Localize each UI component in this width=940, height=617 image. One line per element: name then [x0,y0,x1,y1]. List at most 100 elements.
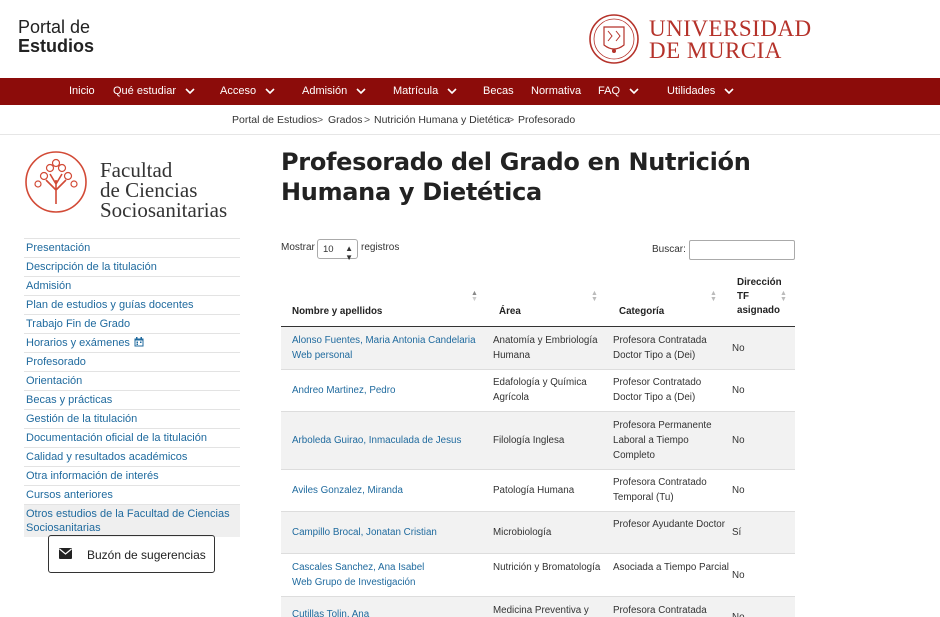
nav-label: Qué estudiar [113,85,176,97]
select-arrows-icon: ▲ ▼ [345,244,353,262]
category-cell: Profesor Contratado Doctor Tipo a (Dei) [613,377,702,403]
sidebar-item-otros-estudios[interactable]: Otros estudios de la Facultad de Ciencia… [24,504,240,537]
sidebar-item-calidad[interactable]: Calidad y resultados académicos [24,447,240,466]
nav-label: Utilidades [667,85,716,97]
chevron-down-icon [265,86,275,96]
area-cell: Medicina Preventiva y Salud Pública [493,605,589,616]
table-row: Arboleda Guirao, Inmaculada de Jesus Fil… [281,412,795,470]
nav-label: Admisión [302,85,348,97]
university-wordmark[interactable]: UNIVERSIDAD DE MURCIA [649,17,812,62]
sort-asc-icon[interactable]: ▲ ▼ [471,290,478,303]
nav-label: Matrícula [393,85,439,97]
nav-label: Inicio [69,85,95,97]
teacher-web-link[interactable]: Web personal [292,348,487,363]
nav-item-acceso[interactable]: Acceso [220,78,275,105]
faculty-name[interactable]: Facultad de Ciencias Sociosanitarias [100,158,227,221]
faculty-tree-logo-icon [25,151,87,213]
page-length-value: 10 [323,244,334,255]
sidebar-menu: Presentación Descripción de la titulació… [24,238,240,537]
teacher-link[interactable]: Alonso Fuentes, Maria Antonia Candelaria [292,333,487,348]
tf-cell: No [732,435,745,446]
teacher-name-cell: Campillo Brocal, Jonatan Cristian [292,525,487,540]
teacher-link[interactable]: Aviles Gonzalez, Miranda [292,483,487,498]
sidebar-item-descripcion[interactable]: Descripción de la titulación [24,257,240,276]
page-length-select[interactable]: 10 ▲ ▼ [317,239,358,262]
sidebar-item-horarios[interactable]: Horarios y exámenes [24,333,240,352]
nav-item-matricula[interactable]: Matrícula [393,78,457,105]
nav-item-normativa[interactable]: Normativa [531,78,581,105]
search-input[interactable] [689,240,795,260]
portal-title-line1: Portal de [18,17,91,37]
portal-title-line2: Estudios [18,36,95,56]
column-header-tf[interactable]: Dirección TF asignado [737,276,785,318]
sidebar-item-presentacion[interactable]: Presentación [24,238,240,257]
page-title: Profesorado del Grado en Nutrición Human… [281,148,751,206]
sort-icon[interactable]: ▲ ▼ [710,290,717,303]
main-nav: Inicio Qué estudiar Acceso Admisión Matr… [0,78,940,105]
teacher-link[interactable]: Campillo Brocal, Jonatan Cristian [292,525,487,540]
breadcrumb-separator-icon: > [508,114,515,126]
sort-icon[interactable]: ▲ ▼ [591,290,598,303]
sidebar-item-gestion[interactable]: Gestión de la titulación [24,409,240,428]
table-row: Andreo Martinez, Pedro Edafología y Quím… [281,370,795,412]
teacher-link[interactable]: Arboleda Guirao, Inmaculada de Jesus [292,433,487,448]
breadcrumb-separator-icon: > [317,114,324,126]
sort-icon[interactable]: ▲ ▼ [780,290,787,303]
chevron-down-icon [629,86,639,96]
breadcrumb-current: Profesorado [518,114,576,126]
area-cell: Filología Inglesa [493,435,565,446]
calendar-icon [134,337,144,347]
nav-item-faq[interactable]: FAQ [598,78,639,105]
nav-item-becas[interactable]: Becas [483,78,514,105]
portal-logo[interactable]: Portal de Estudios [18,18,94,56]
breadcrumb-separator-icon: > [364,114,371,126]
sidebar-item-otra-info[interactable]: Otra información de interés [24,466,240,485]
nav-item-inicio[interactable]: Inicio [69,78,95,105]
sidebar-item-admision[interactable]: Admisión [24,276,240,295]
nav-item-utilidades[interactable]: Utilidades [667,78,734,105]
area-cell: Anatomía y Embriología Humana [493,335,598,361]
breadcrumb-link[interactable]: Portal de Estudios [232,114,317,126]
university-seal-icon[interactable] [588,13,640,65]
sidebar-item-plan-estudios[interactable]: Plan de estudios y guías docentes [24,295,240,314]
column-header-category[interactable]: Categoría [619,305,664,319]
teacher-link[interactable]: Cutillas Tolin, Ana [292,607,487,617]
faculty-name-line2: de Ciencias [100,178,198,202]
teacher-web-link[interactable]: Web Grupo de Investigación [292,575,487,590]
breadcrumb-link[interactable]: Nutrición Humana y Dietética [374,114,510,126]
suggestions-button[interactable]: Buzón de sugerencias [48,535,215,573]
nav-item-admision[interactable]: Admisión [302,78,366,105]
teacher-name-cell: Cutillas Tolin, Ana [292,607,487,617]
teacher-name-cell: Cascales Sanchez, Ana Isabel Web Grupo d… [292,560,487,590]
teacher-link[interactable]: Andreo Martinez, Pedro [292,383,487,398]
chevron-down-icon [724,86,734,96]
page-length-control: Mostrar 10 ▲ ▼ registros [281,239,399,262]
search-label: Buscar: [652,244,686,255]
suggestions-label: Buzón de sugerencias [87,548,206,562]
category-cell: Profesor Ayudante Doctor [613,519,726,530]
nav-item-que-estudiar[interactable]: Qué estudiar [113,78,195,105]
sidebar-item-documentacion[interactable]: Documentación oficial de la titulación [24,428,240,447]
nav-label: Becas [483,85,514,97]
show-label: Mostrar [281,242,315,253]
sidebar-item-becas[interactable]: Becas y prácticas [24,390,240,409]
breadcrumb-link[interactable]: Grados [328,114,362,126]
nav-label: Acceso [220,85,257,97]
nav-label: Normativa [531,85,582,97]
category-cell: Asociada a Tiempo Parcial [613,562,729,573]
sidebar-item-orientacion[interactable]: Orientación [24,371,240,390]
sidebar-item-label: Horarios y exámenes [26,337,130,349]
column-header-area[interactable]: Área [499,305,521,319]
breadcrumb: Portal de Estudios > Grados > Nutrición … [0,105,940,135]
sidebar-item-tfg[interactable]: Trabajo Fin de Grado [24,314,240,333]
teacher-link[interactable]: Cascales Sanchez, Ana Isabel [292,560,487,575]
table-row: Campillo Brocal, Jonatan Cristian Microb… [281,512,795,554]
sidebar-item-cursos-anteriores[interactable]: Cursos anteriores [24,485,240,504]
faculty-name-line1: Facultad [100,158,173,182]
teacher-name-cell: Arboleda Guirao, Inmaculada de Jesus [292,433,487,448]
category-cell: Profesora Contratado Temporal (Tu) [613,477,707,503]
column-header-name[interactable]: Nombre y apellidos [292,305,382,319]
envelope-icon [59,548,72,559]
category-cell: Profesora Contratada [613,605,707,616]
sidebar-item-profesorado[interactable]: Profesorado [24,352,240,371]
